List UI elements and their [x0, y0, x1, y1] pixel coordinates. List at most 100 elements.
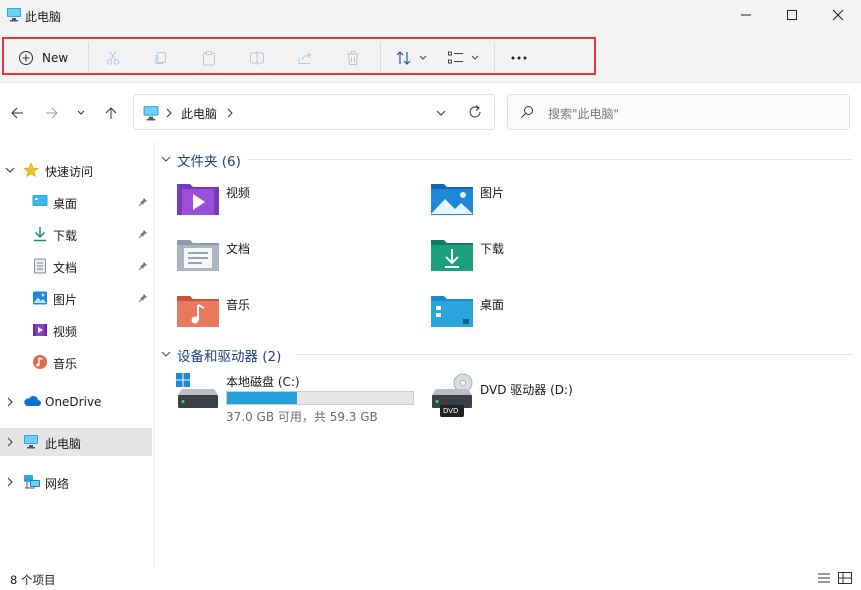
desktop-folder-icon	[430, 292, 474, 331]
share-icon	[298, 52, 312, 64]
item-count: 8 个项目	[10, 573, 56, 587]
sidebar-item-music[interactable]: 音乐	[0, 348, 152, 376]
this-pc-icon	[6, 7, 22, 25]
close-icon	[832, 9, 844, 21]
breadcrumb-item[interactable]: 此电脑	[181, 105, 217, 122]
more-options-button[interactable]	[506, 44, 532, 72]
folder-tile-music[interactable]: 音乐	[176, 292, 426, 340]
view-list-icon	[448, 51, 463, 64]
sidebar-item-pictures[interactable]: 图片	[0, 284, 152, 312]
refresh-icon	[469, 105, 481, 118]
chevron-right-icon[interactable]	[5, 476, 15, 490]
folder-tile-documents[interactable]: 文档	[176, 236, 426, 284]
up-button[interactable]	[100, 102, 122, 124]
sidebar-item-downloads[interactable]: 下载	[0, 220, 152, 248]
this-pc-icon	[23, 434, 39, 452]
drive-tile-c[interactable]: 本地磁盘 (C:) 37.0 GB 可用，共 59.3 GB	[176, 373, 426, 429]
more-icon	[511, 56, 527, 60]
chevron-right-icon[interactable]	[5, 436, 15, 450]
back-button[interactable]	[6, 102, 28, 124]
copy-button[interactable]	[149, 44, 173, 72]
search-icon	[520, 105, 534, 122]
sort-button[interactable]	[390, 44, 432, 72]
music-folder-icon	[176, 292, 220, 331]
minimize-icon	[741, 14, 751, 16]
chevron-down-icon	[161, 351, 171, 357]
new-button-label: New	[42, 51, 69, 65]
trash-icon	[347, 51, 359, 65]
title-bar: 此电脑	[0, 0, 861, 30]
folder-label: 文档	[226, 242, 251, 256]
rename-button[interactable]	[245, 44, 269, 72]
chevron-right-icon[interactable]	[227, 107, 233, 121]
share-button[interactable]	[293, 44, 317, 72]
pin-icon[interactable]	[138, 292, 148, 306]
pin-icon[interactable]	[138, 196, 148, 210]
tiles-view-button[interactable]	[838, 572, 854, 586]
search-placeholder: 搜索"此电脑"	[548, 107, 620, 121]
rename-icon	[250, 51, 264, 65]
chevron-down-icon[interactable]	[5, 164, 15, 178]
picture-icon	[32, 290, 48, 309]
refresh-button[interactable]	[467, 104, 483, 123]
address-bar[interactable]: 此电脑	[133, 94, 495, 130]
toolbar-separator	[88, 42, 89, 72]
chevron-right-icon[interactable]	[5, 396, 15, 410]
tiles-view-icon	[838, 572, 852, 584]
sidebar-item-label: 此电脑	[45, 437, 82, 451]
recent-locations-button[interactable]	[72, 102, 90, 124]
delete-button[interactable]	[341, 44, 365, 72]
cut-button[interactable]	[101, 44, 125, 72]
downloads-folder-icon	[430, 236, 474, 275]
folder-tile-desktop[interactable]: 桌面	[430, 292, 680, 340]
close-button[interactable]	[815, 0, 861, 30]
view-button[interactable]	[442, 44, 484, 72]
pin-icon[interactable]	[138, 228, 148, 242]
sidebar-item-network[interactable]: 网络	[0, 468, 152, 496]
sidebar-item-desktop[interactable]: 桌面	[0, 188, 152, 216]
sidebar-item-label: 文档	[53, 261, 78, 275]
chevron-down-icon	[161, 156, 171, 162]
devices-group-header[interactable]: 设备和驱动器 (2)	[161, 345, 281, 365]
sidebar-item-documents[interactable]: 文档	[0, 252, 152, 280]
minimize-button[interactable]	[723, 0, 769, 30]
chevron-down-icon	[471, 55, 479, 60]
folder-tile-pictures[interactable]: 图片	[430, 180, 680, 228]
forward-button[interactable]	[41, 102, 63, 124]
status-bar: 8 个项目	[0, 568, 861, 590]
details-view-icon	[818, 573, 830, 583]
this-pc-icon	[142, 105, 160, 124]
drive-label: 本地磁盘 (C:)	[226, 375, 300, 389]
sidebar-item-this-pc[interactable]: 此电脑	[0, 428, 152, 456]
videos-folder-icon	[176, 180, 220, 219]
folder-label: 下载	[480, 242, 505, 256]
address-history-dropdown[interactable]	[436, 107, 446, 121]
paste-button[interactable]	[197, 44, 221, 72]
sidebar-item-quick-access[interactable]: 快速访问	[0, 156, 152, 184]
drive-tile-d[interactable]: DVD DVD 驱动器 (D:)	[430, 373, 650, 429]
chevron-right-icon[interactable]	[166, 107, 172, 121]
sidebar-item-label: 音乐	[53, 357, 78, 371]
music-icon	[32, 354, 48, 373]
pin-icon[interactable]	[138, 260, 148, 274]
new-button[interactable]: New	[14, 44, 76, 72]
arrow-right-icon	[46, 107, 58, 119]
sort-icon	[396, 51, 411, 65]
details-view-button[interactable]	[817, 572, 833, 586]
folder-label: 音乐	[226, 298, 251, 312]
sidebar-item-label: 下载	[53, 229, 78, 243]
folder-tile-downloads[interactable]: 下载	[430, 236, 680, 284]
chevron-down-icon	[436, 110, 446, 116]
sidebar-item-onedrive[interactable]: OneDrive	[0, 388, 152, 416]
video-icon	[32, 322, 48, 341]
folder-tile-videos[interactable]: 视频	[176, 180, 426, 228]
sidebar-item-label: 视频	[53, 325, 78, 339]
group-title: 文件夹 (6)	[177, 154, 241, 170]
search-box[interactable]: 搜索"此电脑"	[507, 94, 850, 130]
group-divider	[247, 159, 852, 160]
maximize-button[interactable]	[769, 0, 815, 30]
sidebar-item-videos[interactable]: 视频	[0, 316, 152, 344]
drive-usage-fill	[227, 392, 297, 404]
folders-group-header[interactable]: 文件夹 (6)	[161, 150, 241, 170]
download-arrow-icon	[32, 226, 48, 245]
